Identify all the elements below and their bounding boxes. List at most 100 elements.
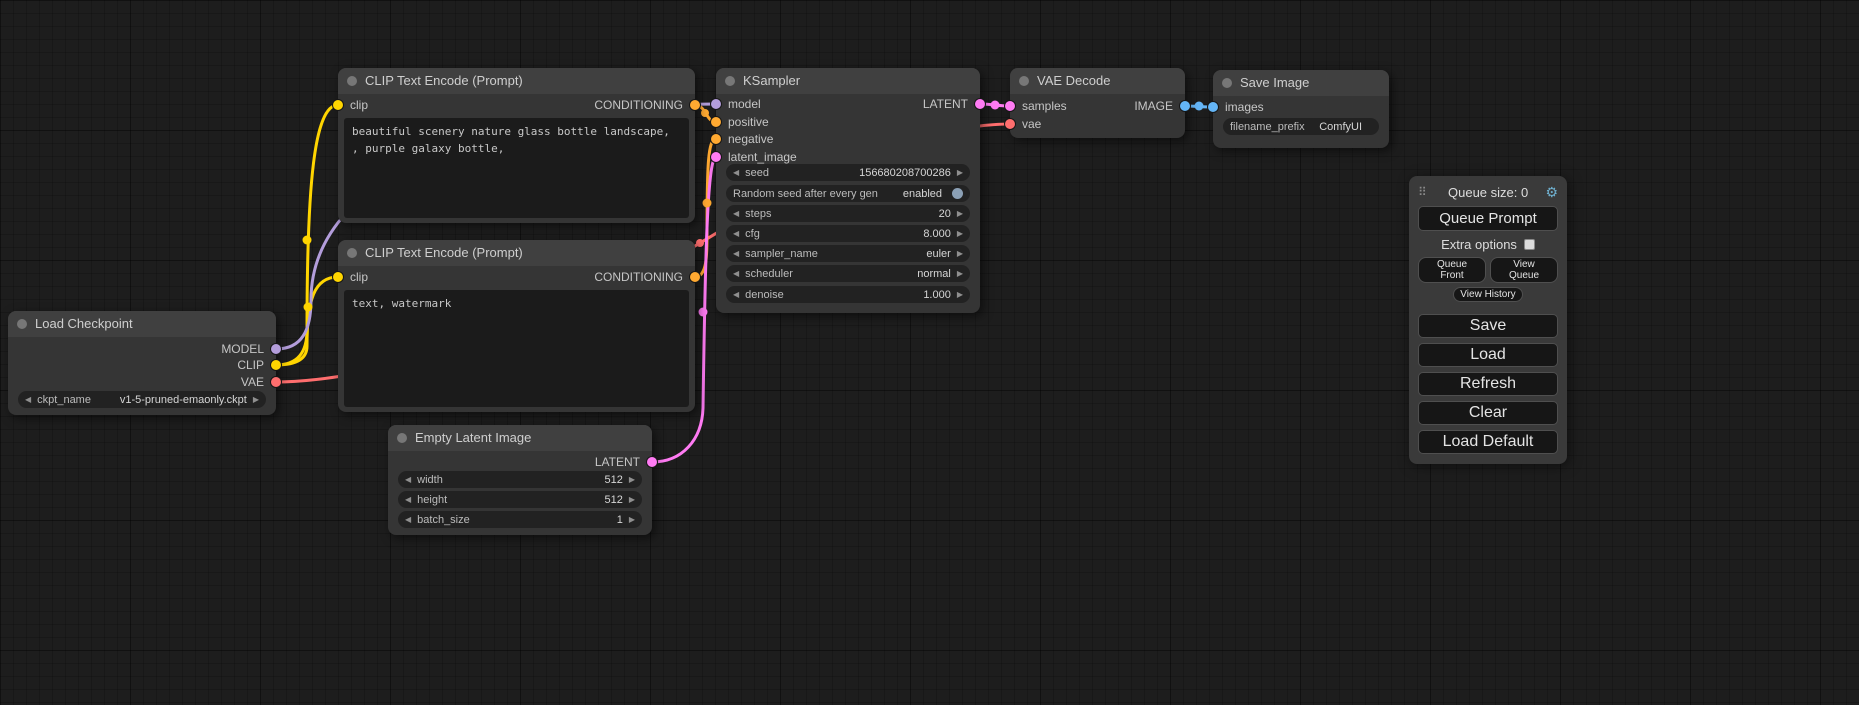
port-image-output[interactable]: IMAGE xyxy=(1134,99,1190,113)
port-model-output[interactable]: MODEL xyxy=(221,342,281,356)
port-clip-output[interactable]: CLIP xyxy=(237,358,281,372)
node-ksampler[interactable]: KSampler model positive negative latent_… xyxy=(716,68,980,313)
node-title-bar[interactable]: CLIP Text Encode (Prompt) xyxy=(338,240,695,266)
view-history-button[interactable]: View History xyxy=(1453,287,1522,302)
prompt-textarea[interactable]: text, watermark xyxy=(344,290,689,407)
clip-port-icon[interactable] xyxy=(271,360,281,370)
port-positive-input[interactable]: positive xyxy=(711,115,769,129)
clip-port-icon[interactable] xyxy=(333,272,343,282)
prev-arrow-icon[interactable]: ◀ xyxy=(733,229,739,238)
conditioning-port-icon[interactable] xyxy=(711,134,721,144)
port-latent-image-input[interactable]: latent_image xyxy=(711,150,797,164)
port-vae-input[interactable]: vae xyxy=(1005,117,1041,131)
latent-port-icon[interactable] xyxy=(647,457,657,467)
clear-button[interactable]: Clear xyxy=(1418,401,1558,425)
height-widget[interactable]: ◀ height 512 ▶ xyxy=(398,491,642,508)
node-graph-canvas[interactable]: Load Checkpoint MODEL CLIP VAE ◀ ckpt_na… xyxy=(0,0,1859,705)
scheduler-widget[interactable]: ◀ scheduler normal ▶ xyxy=(726,265,970,282)
node-title-bar[interactable]: Save Image xyxy=(1213,70,1389,96)
next-arrow-icon[interactable]: ▶ xyxy=(957,229,963,238)
prev-arrow-icon[interactable]: ◀ xyxy=(733,249,739,258)
collapse-dot-icon[interactable] xyxy=(1019,76,1029,86)
clip-port-icon[interactable] xyxy=(333,100,343,110)
batch-size-widget[interactable]: ◀ batch_size 1 ▶ xyxy=(398,511,642,528)
width-widget[interactable]: ◀ width 512 ▶ xyxy=(398,471,642,488)
node-clip-text-encode-positive[interactable]: CLIP Text Encode (Prompt) clip CONDITION… xyxy=(338,68,695,223)
next-arrow-icon[interactable]: ▶ xyxy=(629,475,635,484)
queue-prompt-button[interactable]: Queue Prompt xyxy=(1418,206,1558,231)
vae-port-icon[interactable] xyxy=(1005,119,1015,129)
steps-widget[interactable]: ◀ steps 20 ▶ xyxy=(726,205,970,222)
node-title-bar[interactable]: CLIP Text Encode (Prompt) xyxy=(338,68,695,94)
prompt-textarea[interactable]: beautiful scenery nature glass bottle la… xyxy=(344,118,689,218)
refresh-button[interactable]: Refresh xyxy=(1418,372,1558,396)
prev-arrow-icon[interactable]: ◀ xyxy=(405,475,411,484)
port-samples-input[interactable]: samples xyxy=(1005,99,1067,113)
node-empty-latent-image[interactable]: Empty Latent Image LATENT ◀ width 512 ▶ … xyxy=(388,425,652,535)
conditioning-port-icon[interactable] xyxy=(690,100,700,110)
save-button[interactable]: Save xyxy=(1418,314,1558,338)
extra-options-checkbox[interactable] xyxy=(1524,239,1535,250)
next-arrow-icon[interactable]: ▶ xyxy=(957,209,963,218)
port-conditioning-output[interactable]: CONDITIONING xyxy=(594,98,700,112)
port-model-input[interactable]: model xyxy=(711,97,761,111)
collapse-dot-icon[interactable] xyxy=(725,76,735,86)
node-load-checkpoint[interactable]: Load Checkpoint MODEL CLIP VAE ◀ ckpt_na… xyxy=(8,311,276,415)
denoise-widget[interactable]: ◀ denoise 1.000 ▶ xyxy=(726,286,970,303)
node-clip-text-encode-negative[interactable]: CLIP Text Encode (Prompt) clip CONDITION… xyxy=(338,240,695,412)
collapse-dot-icon[interactable] xyxy=(347,76,357,86)
prev-arrow-icon[interactable]: ◀ xyxy=(733,269,739,278)
latent-port-icon[interactable] xyxy=(1005,101,1015,111)
next-arrow-icon[interactable]: ▶ xyxy=(629,515,635,524)
model-port-icon[interactable] xyxy=(711,99,721,109)
port-clip-input[interactable]: clip xyxy=(333,270,368,284)
node-title-bar[interactable]: Load Checkpoint xyxy=(8,311,276,337)
load-default-button[interactable]: Load Default xyxy=(1418,430,1558,454)
collapse-dot-icon[interactable] xyxy=(17,319,27,329)
next-arrow-icon[interactable]: ▶ xyxy=(957,290,963,299)
node-title-bar[interactable]: VAE Decode xyxy=(1010,68,1185,94)
seed-widget[interactable]: ◀ seed 156680208700286 ▶ xyxy=(726,164,970,181)
next-arrow-icon[interactable]: ▶ xyxy=(957,168,963,177)
port-negative-input[interactable]: negative xyxy=(711,132,773,146)
collapse-dot-icon[interactable] xyxy=(397,433,407,443)
drag-handle-icon[interactable]: ⠿ xyxy=(1418,185,1427,199)
next-arrow-icon[interactable]: ▶ xyxy=(957,249,963,258)
prev-arrow-icon[interactable]: ◀ xyxy=(405,495,411,504)
prev-arrow-icon[interactable]: ◀ xyxy=(25,395,31,404)
image-port-icon[interactable] xyxy=(1208,102,1218,112)
node-vae-decode[interactable]: VAE Decode samples vae IMAGE xyxy=(1010,68,1185,138)
filename-prefix-widget[interactable]: filename_prefix ComfyUI xyxy=(1223,118,1379,135)
settings-gear-icon[interactable]: ⚙ xyxy=(1545,184,1558,201)
conditioning-port-icon[interactable] xyxy=(690,272,700,282)
port-clip-input[interactable]: clip xyxy=(333,98,368,112)
node-title-bar[interactable]: Empty Latent Image xyxy=(388,425,652,451)
random-seed-toggle-widget[interactable]: Random seed after every gen enabled xyxy=(726,185,970,202)
prev-arrow-icon[interactable]: ◀ xyxy=(733,290,739,299)
next-arrow-icon[interactable]: ▶ xyxy=(957,269,963,278)
port-latent-output[interactable]: LATENT xyxy=(595,455,657,469)
conditioning-port-icon[interactable] xyxy=(711,117,721,127)
port-images-input[interactable]: images xyxy=(1208,100,1264,114)
vae-port-icon[interactable] xyxy=(271,377,281,387)
latent-port-icon[interactable] xyxy=(711,152,721,162)
prev-arrow-icon[interactable]: ◀ xyxy=(733,168,739,177)
next-arrow-icon[interactable]: ▶ xyxy=(253,395,259,404)
port-vae-output[interactable]: VAE xyxy=(241,375,281,389)
prev-arrow-icon[interactable]: ◀ xyxy=(405,515,411,524)
sampler-name-widget[interactable]: ◀ sampler_name euler ▶ xyxy=(726,245,970,262)
collapse-dot-icon[interactable] xyxy=(1222,78,1232,88)
load-button[interactable]: Load xyxy=(1418,343,1558,367)
latent-port-icon[interactable] xyxy=(975,99,985,109)
ckpt-name-widget[interactable]: ◀ ckpt_name v1-5-pruned-emaonly.ckpt ▶ xyxy=(18,391,266,408)
port-conditioning-output[interactable]: CONDITIONING xyxy=(594,270,700,284)
next-arrow-icon[interactable]: ▶ xyxy=(629,495,635,504)
toggle-dot-icon[interactable] xyxy=(952,188,963,199)
queue-front-button[interactable]: Queue Front xyxy=(1418,257,1486,283)
cfg-widget[interactable]: ◀ cfg 8.000 ▶ xyxy=(726,225,970,242)
node-save-image[interactable]: Save Image images filename_prefix ComfyU… xyxy=(1213,70,1389,148)
port-latent-output[interactable]: LATENT xyxy=(923,97,985,111)
node-title-bar[interactable]: KSampler xyxy=(716,68,980,94)
model-port-icon[interactable] xyxy=(271,344,281,354)
collapse-dot-icon[interactable] xyxy=(347,248,357,258)
